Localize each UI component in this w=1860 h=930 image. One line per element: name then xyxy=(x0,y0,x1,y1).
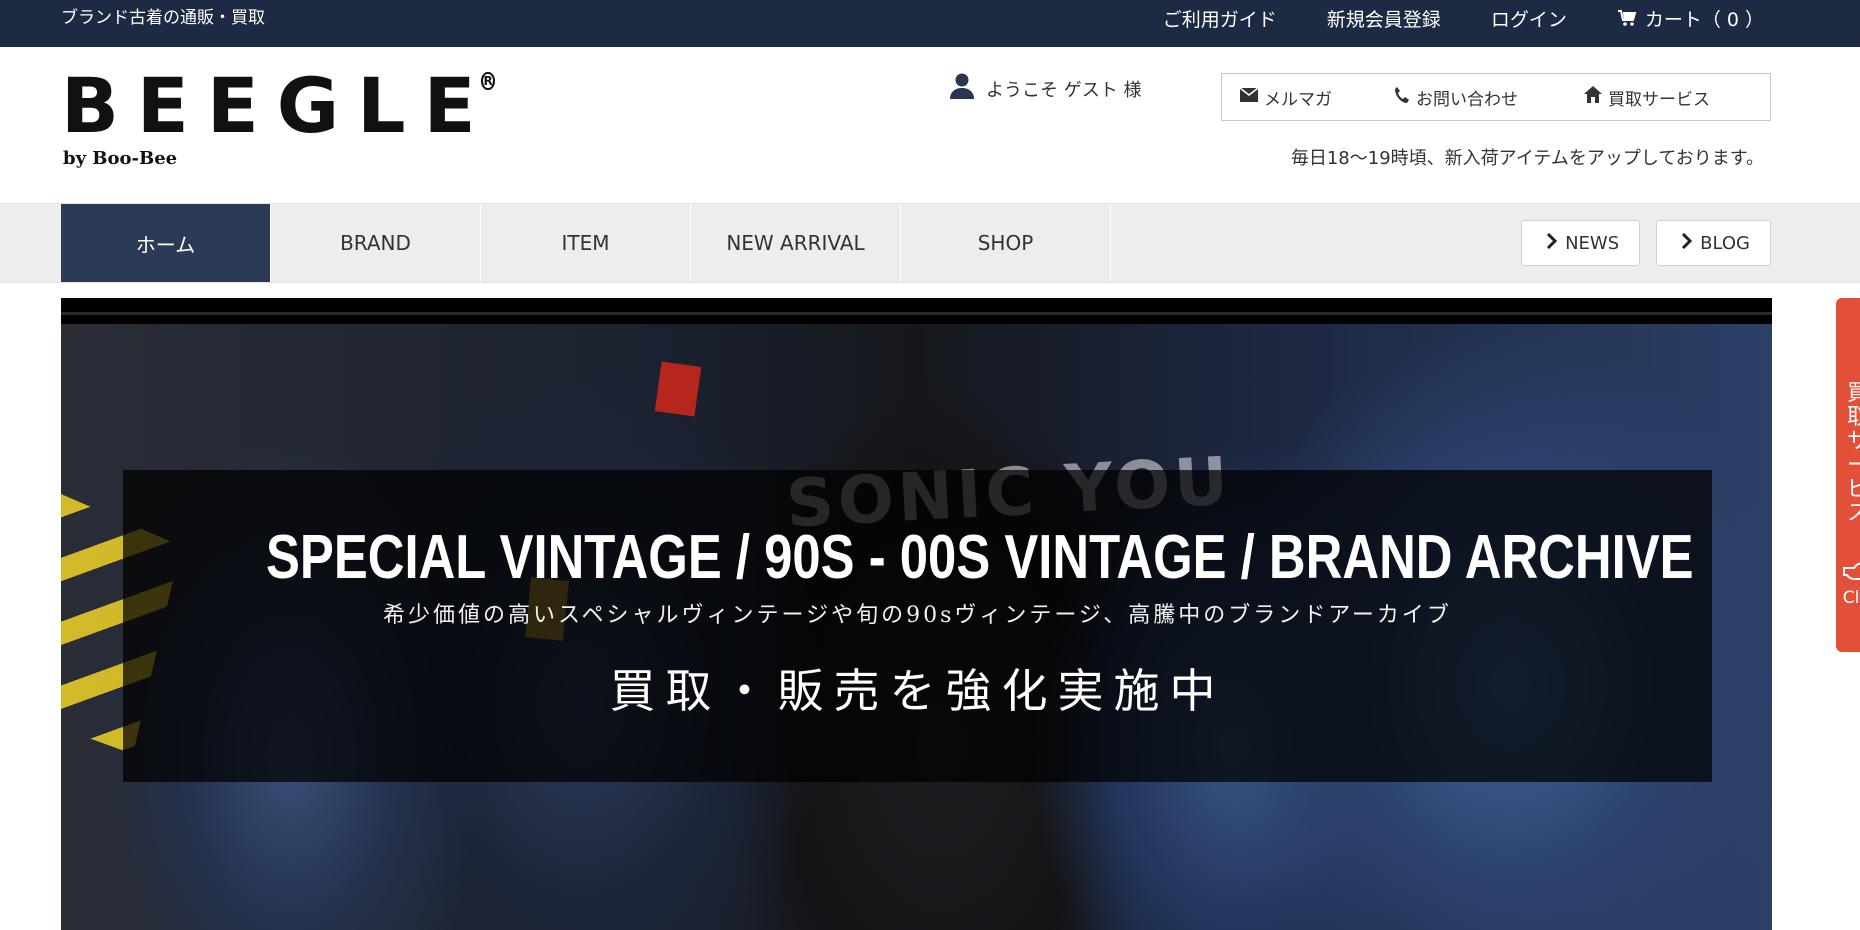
utility-links: メルマガ お問い合わせ 買取サービス xyxy=(1221,73,1771,121)
welcome-message: ようこそ ゲスト 様 xyxy=(948,72,1141,105)
nav-item[interactable]: ITEM xyxy=(481,204,691,282)
news-label: NEWS xyxy=(1565,232,1620,254)
top-links: ご利用ガイド 新規会員登録 ログイン カート（ 0 ） xyxy=(1163,0,1764,36)
user-icon xyxy=(948,72,976,105)
mailmag-link[interactable]: メルマガ xyxy=(1239,74,1332,120)
logo-text: BEEGLE xyxy=(61,61,494,150)
envelope-icon xyxy=(1239,87,1259,107)
registered-mark-icon: R xyxy=(481,72,495,90)
nav-new-arrival[interactable]: NEW ARRIVAL xyxy=(691,204,901,282)
hero-cta-text: 買取・販売を強化実施中 xyxy=(609,664,1226,718)
nav-brand[interactable]: BRAND xyxy=(271,204,481,282)
home-icon xyxy=(1584,86,1602,108)
buyback-side-tab[interactable]: 買取サービス Click xyxy=(1836,298,1860,652)
register-link[interactable]: 新規会員登録 xyxy=(1327,5,1441,32)
buyback-link[interactable]: 買取サービス xyxy=(1584,74,1710,120)
welcome-text: ようこそ ゲスト 様 xyxy=(986,79,1142,101)
hero-overlay: SPECIAL VINTAGE / 90S - 00S VINTAGE / BR… xyxy=(123,470,1712,782)
nav-buttons: NEWS BLOG xyxy=(1521,220,1771,266)
hero-banner[interactable]: SONIC YOU SPECIAL VINTAGE / 90S - 00S VI… xyxy=(61,298,1772,930)
blog-label: BLOG xyxy=(1700,232,1750,254)
blog-button[interactable]: BLOG xyxy=(1656,220,1771,266)
nav-shop[interactable]: SHOP xyxy=(901,204,1111,282)
main-nav: ホーム BRAND ITEM NEW ARRIVAL SHOP xyxy=(61,204,1111,282)
main-nav-bar: ホーム BRAND ITEM NEW ARRIVAL SHOP NEWS BLO… xyxy=(0,203,1860,283)
mailmag-label: メルマガ xyxy=(1264,89,1332,110)
hero-headline: SPECIAL VINTAGE / 90S - 00S VINTAGE / BR… xyxy=(266,523,1694,592)
contact-link[interactable]: お問い合わせ xyxy=(1394,74,1518,120)
pointing-hand-icon xyxy=(1842,558,1860,586)
guide-link[interactable]: ご利用ガイド xyxy=(1163,5,1277,32)
hero-subline: 希少価値の高いスペシャルヴィンテージや旬の90sヴィンテージ、高騰中のブランドア… xyxy=(383,603,1452,628)
cart-icon xyxy=(1617,9,1637,27)
chevron-right-icon xyxy=(1546,232,1558,254)
side-tab-click: Click xyxy=(1842,588,1860,608)
news-button[interactable]: NEWS xyxy=(1521,220,1641,266)
cart-label: カート（ 0 ） xyxy=(1644,8,1764,31)
chevron-right-icon xyxy=(1681,232,1693,254)
logo-mark: BEEGLE R xyxy=(61,68,495,144)
side-tab-label: 買取サービス xyxy=(1846,381,1860,526)
red-tab-graphic xyxy=(654,361,702,417)
logo-byline: by Boo-Bee xyxy=(63,148,178,169)
top-bar: ブランド古着の通販・買取 ご利用ガイド 新規会員登録 ログイン カート（ 0 ） xyxy=(0,0,1860,47)
new-arrivals-notice: 毎日18〜19時頃、新入荷アイテムをアップしております。 xyxy=(1290,148,1764,169)
site-tagline: ブランド古着の通販・買取 xyxy=(61,8,265,28)
buyback-label: 買取サービス xyxy=(1608,89,1710,110)
cart-link[interactable]: カート（ 0 ） xyxy=(1617,5,1764,32)
nav-home[interactable]: ホーム xyxy=(61,204,271,282)
phone-icon xyxy=(1394,86,1410,109)
hero-top-band xyxy=(61,298,1772,324)
contact-label: お問い合わせ xyxy=(1416,89,1518,110)
site-logo[interactable]: BEEGLE R by Boo-Bee xyxy=(61,68,495,180)
login-link[interactable]: ログイン xyxy=(1491,5,1567,32)
